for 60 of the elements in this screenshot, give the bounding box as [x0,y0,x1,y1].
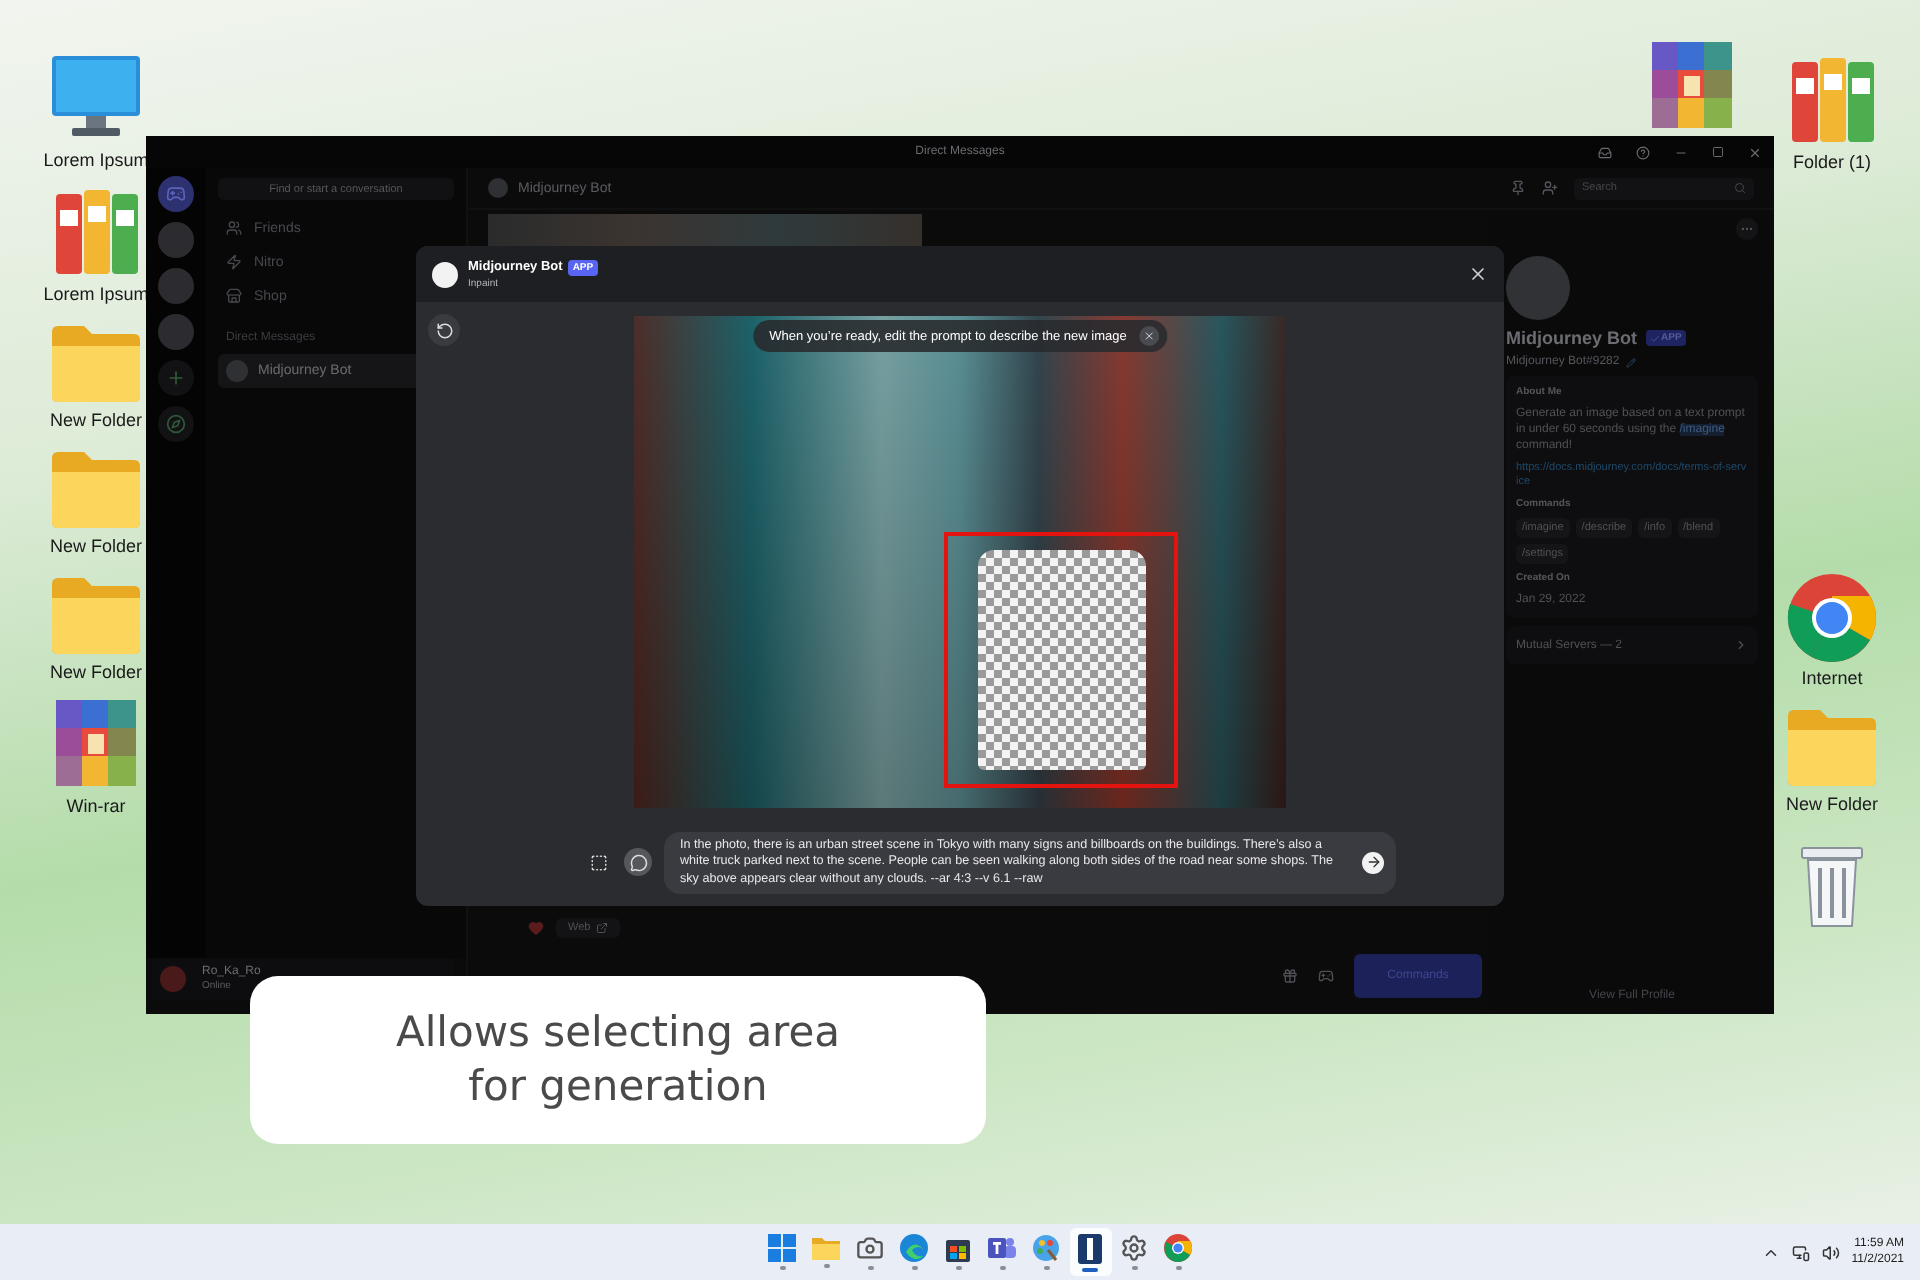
selection-rectangle[interactable] [944,532,1178,788]
search-icon [1734,182,1746,194]
help-icon[interactable] [1636,145,1650,159]
send-button[interactable] [1362,851,1384,874]
paint-palette-icon[interactable] [1032,1234,1060,1262]
settings-icon[interactable] [1120,1234,1148,1262]
chrome-icon[interactable] [1164,1234,1192,1262]
shop-icon [226,288,242,304]
close-button[interactable] [1138,326,1159,346]
icon-label[interactable]: New Folder [1785,794,1878,814]
windows-start-icon[interactable] [768,1234,796,1262]
profile-name: Midjourney Bot [1506,328,1637,348]
app-icon[interactable] [1078,1233,1102,1263]
avatar [160,966,186,992]
people-icon [226,220,242,236]
chevron-right-icon [1734,638,1748,652]
close-icon [1468,264,1488,284]
network-icon[interactable] [1791,1243,1810,1261]
dashed-square-icon [589,853,607,872]
avatar [1506,256,1570,320]
gamepad-icon[interactable] [1318,968,1334,984]
teams-icon[interactable] [988,1234,1016,1262]
check-icon [1649,333,1659,343]
chrome-icon [1784,570,1880,666]
plus-icon [166,368,186,388]
icon-label[interactable]: Internet [1801,668,1863,688]
icon-label[interactable]: New Folder [49,662,142,682]
inbox-icon[interactable] [1598,145,1612,159]
pencil-icon [1625,357,1636,367]
external-link-icon [596,922,609,934]
explore-button[interactable] [158,406,194,442]
icon-label[interactable]: New Folder [49,536,142,556]
store-icon[interactable] [944,1234,972,1262]
camera-icon[interactable] [856,1234,884,1262]
gamepad-icon [166,184,186,204]
icon-label[interactable]: Win-rar [66,796,126,816]
arrow-right-icon [1365,854,1381,871]
caption-card: Allows selecting area for generation [250,976,986,1144]
close-icon [1142,330,1155,342]
avatar [226,360,248,382]
more-button[interactable] [1736,218,1758,240]
volume-icon[interactable] [1821,1243,1840,1261]
add-friend-icon[interactable] [1542,180,1558,196]
close-icon[interactable] [1748,145,1762,159]
icon-label[interactable]: Folder (1) [1792,152,1871,172]
maximize-icon[interactable] [1712,146,1724,158]
heart-icon [528,920,544,936]
edge-icon[interactable] [900,1234,928,1262]
lasso-button[interactable] [624,848,652,877]
close-button[interactable] [1468,264,1488,284]
bot-avatar [432,261,458,287]
discord-home-button[interactable] [158,176,194,212]
icon-label[interactable]: New Folder [49,410,142,430]
pin-icon[interactable] [1510,180,1526,196]
undo-icon [435,321,453,339]
avatar [488,178,508,198]
lightning-icon [226,254,242,270]
reset-button[interactable] [428,314,460,346]
compass-icon [166,414,186,434]
gift-icon[interactable] [1282,968,1298,984]
